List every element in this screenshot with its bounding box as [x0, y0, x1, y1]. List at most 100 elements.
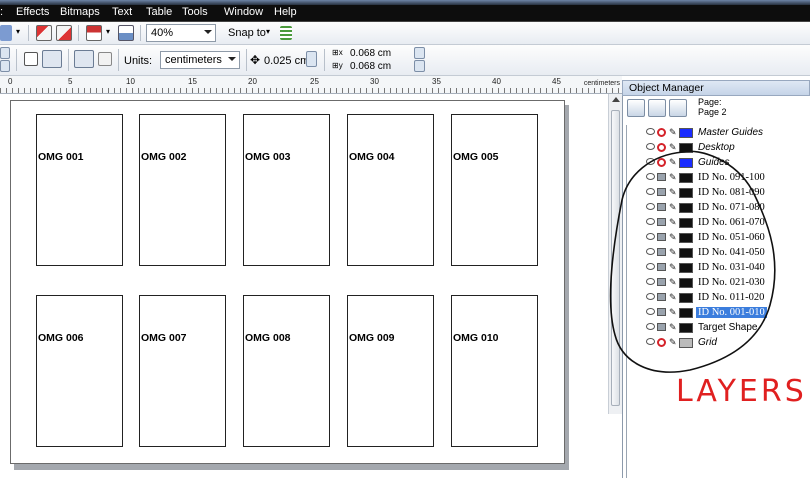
height-spin-icon[interactable] [0, 60, 10, 72]
layer-color-swatch[interactable] [679, 218, 693, 228]
pencil-icon[interactable]: ✎ [669, 173, 677, 182]
pencil-icon[interactable]: ✎ [669, 278, 677, 287]
eye-icon[interactable] [646, 308, 655, 315]
layer-color-swatch[interactable] [679, 143, 693, 153]
card-omg-003[interactable]: OMG 003 [243, 114, 330, 266]
snap-dropdown-icon[interactable]: ▾ [266, 27, 270, 36]
pencil-icon[interactable]: ✎ [669, 128, 677, 137]
eye-icon[interactable] [646, 248, 655, 255]
import-icon[interactable] [36, 25, 52, 41]
layer-row-id-no-001-010[interactable]: ✎ ID No. 001-010 [623, 306, 810, 320]
all-pages-icon[interactable] [74, 50, 94, 68]
welcome-screen-icon[interactable] [118, 25, 134, 41]
layer-color-swatch[interactable] [679, 173, 693, 183]
layer-row-master-guides[interactable]: ✎ Master Guides [623, 126, 810, 140]
eye-icon[interactable] [646, 173, 655, 180]
pencil-icon[interactable]: ✎ [669, 248, 677, 257]
menu-table[interactable]: Table [146, 6, 172, 18]
snap-to-label[interactable]: Snap to [228, 27, 266, 39]
redo-icon[interactable] [0, 25, 12, 41]
eye-icon[interactable] [646, 233, 655, 240]
eye-icon[interactable] [646, 293, 655, 300]
options-icon[interactable] [280, 26, 292, 40]
eye-icon[interactable] [646, 323, 655, 330]
units-dropdown[interactable]: centimeters [160, 51, 240, 69]
layer-row-id-no-071-080[interactable]: ✎ ID No. 071-080 [623, 201, 810, 215]
printer-icon[interactable] [657, 323, 666, 331]
pencil-icon[interactable]: ✎ [669, 143, 677, 152]
eye-icon[interactable] [646, 218, 655, 225]
no-print-icon[interactable] [657, 143, 666, 152]
no-print-icon[interactable] [657, 128, 666, 137]
duplicate-y-field[interactable]: 0.068 cm [350, 61, 391, 72]
card-omg-007[interactable]: OMG 007 [139, 295, 226, 447]
drawing-canvas[interactable]: OMG 001 OMG 002 OMG 003 OMG 004 OMG 005 … [0, 94, 622, 478]
printer-icon[interactable] [657, 173, 666, 181]
pencil-icon[interactable]: ✎ [669, 308, 677, 317]
eye-icon[interactable] [646, 143, 655, 150]
duplicate-y-spin-icon[interactable] [414, 60, 425, 72]
portrait-icon[interactable] [24, 52, 38, 66]
card-omg-010[interactable]: OMG 010 [451, 295, 538, 447]
eye-icon[interactable] [646, 203, 655, 210]
landscape-icon[interactable] [42, 50, 62, 68]
card-omg-008[interactable]: OMG 008 [243, 295, 330, 447]
layer-row-id-no-091-100[interactable]: ✎ ID No. 091-100 [623, 171, 810, 185]
menu-tools[interactable]: Tools [182, 6, 208, 18]
card-omg-001[interactable]: OMG 001 [36, 114, 123, 266]
layer-row-id-no-081-090[interactable]: ✎ ID No. 081-090 [623, 186, 810, 200]
menu-text[interactable]: Text [112, 6, 132, 18]
printer-icon[interactable] [657, 203, 666, 211]
card-omg-002[interactable]: OMG 002 [139, 114, 226, 266]
pencil-icon[interactable]: ✎ [669, 218, 677, 227]
show-properties-icon[interactable] [627, 99, 645, 117]
pencil-icon[interactable]: ✎ [669, 323, 677, 332]
pencil-icon[interactable]: ✎ [669, 188, 677, 197]
redo-dropdown-icon[interactable]: ▾ [16, 27, 20, 36]
layer-row-desktop[interactable]: ✎ Desktop [623, 141, 810, 155]
menu-help[interactable]: Help [274, 6, 297, 18]
printer-icon[interactable] [657, 308, 666, 316]
width-spin-icon[interactable] [0, 47, 10, 59]
layer-row-id-no-031-040[interactable]: ✎ ID No. 031-040 [623, 261, 810, 275]
menu-effects[interactable]: Effects [16, 6, 49, 18]
eye-icon[interactable] [646, 128, 655, 135]
current-page-icon[interactable] [98, 52, 112, 66]
launcher-dropdown-icon[interactable]: ▾ [106, 27, 110, 36]
pencil-icon[interactable]: ✎ [669, 158, 677, 167]
layer-color-swatch[interactable] [679, 263, 693, 273]
scrollbar-thumb[interactable] [611, 110, 620, 406]
layer-row-id-no-011-020[interactable]: ✎ ID No. 011-020 [623, 291, 810, 305]
layer-color-swatch[interactable] [679, 158, 693, 168]
duplicate-x-field[interactable]: 0.068 cm [350, 48, 391, 59]
layer-row-id-no-051-060[interactable]: ✎ ID No. 051-060 [623, 231, 810, 245]
scroll-up-icon[interactable] [612, 97, 620, 102]
layer-color-swatch[interactable] [679, 233, 693, 243]
eye-icon[interactable] [646, 263, 655, 270]
pencil-icon[interactable]: ✎ [669, 338, 677, 347]
eye-icon[interactable] [646, 188, 655, 195]
application-launcher-icon[interactable] [86, 25, 102, 41]
printer-icon[interactable] [657, 263, 666, 271]
layer-color-swatch[interactable] [679, 308, 693, 318]
layer-row-target-shape[interactable]: ✎ Target Shape [623, 321, 810, 335]
pencil-icon[interactable]: ✎ [669, 293, 677, 302]
card-omg-006[interactable]: OMG 006 [36, 295, 123, 447]
pencil-icon[interactable]: ✎ [669, 233, 677, 242]
printer-icon[interactable] [657, 233, 666, 241]
horizontal-ruler[interactable]: 0 5 10 15 20 25 30 35 40 45 centimeters [0, 76, 622, 94]
eye-icon[interactable] [646, 338, 655, 345]
export-icon[interactable] [56, 25, 72, 41]
layer-row-guides[interactable]: ✎ Guides [623, 156, 810, 170]
no-print-icon[interactable] [657, 158, 666, 167]
eye-icon[interactable] [646, 278, 655, 285]
eye-icon[interactable] [646, 158, 655, 165]
pencil-icon[interactable]: ✎ [669, 263, 677, 272]
drawing-page[interactable]: OMG 001 OMG 002 OMG 003 OMG 004 OMG 005 … [10, 100, 565, 464]
printer-icon[interactable] [657, 278, 666, 286]
nudge-spin-icon[interactable] [306, 51, 317, 67]
menu-bitmaps[interactable]: Bitmaps [60, 6, 100, 18]
edit-across-layers-icon[interactable] [648, 99, 666, 117]
pencil-icon[interactable]: ✎ [669, 203, 677, 212]
layer-row-id-no-021-030[interactable]: ✎ ID No. 021-030 [623, 276, 810, 290]
